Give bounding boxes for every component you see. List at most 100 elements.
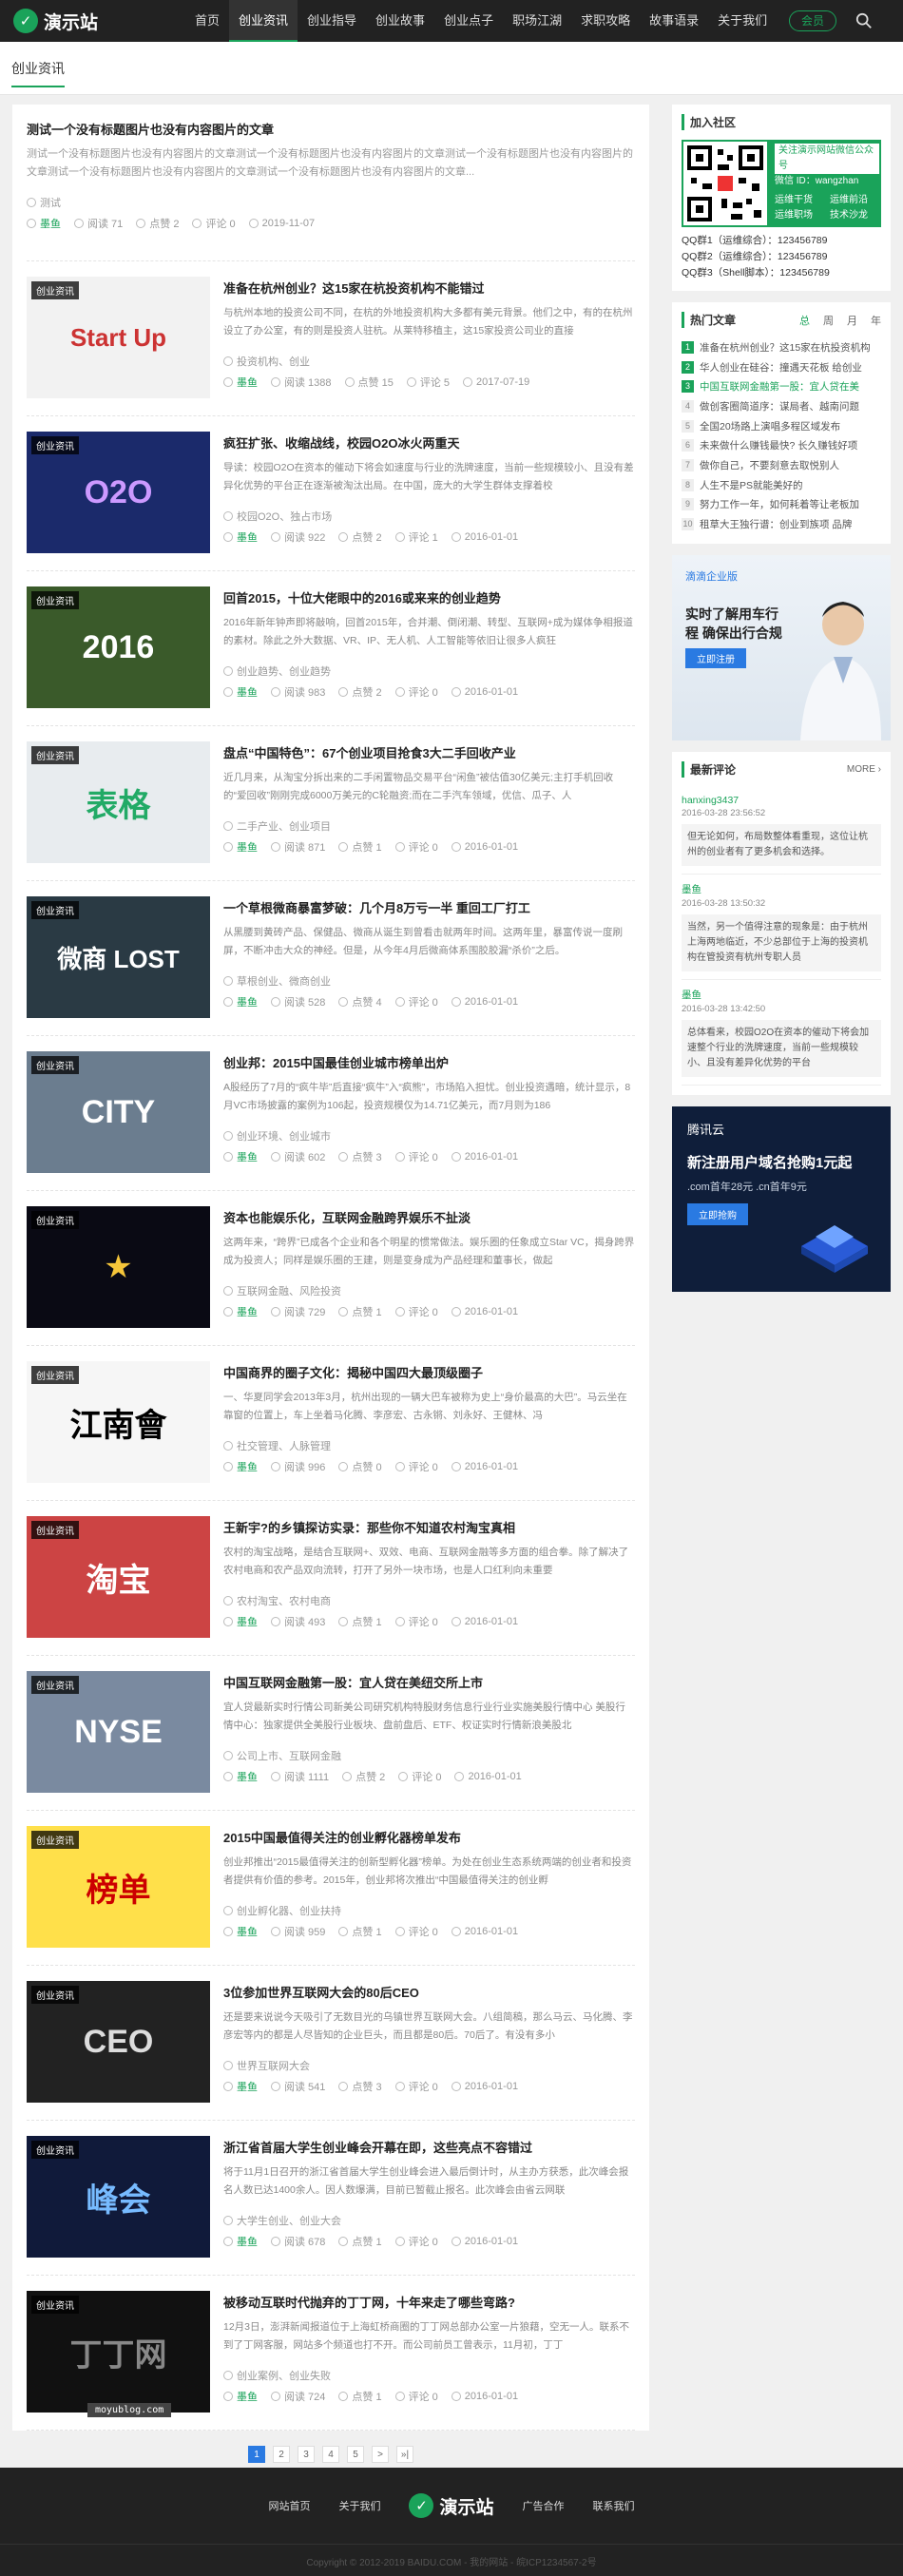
category-badge[interactable]: 创业资讯 [31,591,79,609]
article-author[interactable]: 墨鱼 [223,2389,258,2404]
article-thumbnail[interactable]: 江南會 创业资讯 [27,1361,210,1483]
article-author[interactable]: 墨鱼 [223,1614,258,1629]
hot-article-item[interactable]: 4 做创客圈简道序：谋局者、越南问题 [682,396,881,416]
article-title[interactable]: 盘点“中国特色”：67个创业项目抢食3大二手回收产业 [223,743,635,761]
article-thumbnail[interactable]: NYSE 创业资讯 [27,1671,210,1793]
nav-startup-stories[interactable]: 创业故事 [366,0,434,42]
page-5[interactable]: 5 [347,2446,364,2463]
category-badge[interactable]: 创业资讯 [31,1986,79,2004]
article-author[interactable]: 墨鱼 [223,839,258,855]
comment-user[interactable]: 墨鱼 [682,988,881,1002]
hot-article-item[interactable]: 2 华人创业在硅谷：撞遇天花板 给创业 [682,357,881,377]
category-badge[interactable]: 创业资讯 [31,1521,79,1539]
nav-startup-news[interactable]: 创业资讯 [229,0,298,42]
article-title[interactable]: 中国商界的圈子文化：揭秘中国四大最顶级圈子 [223,1363,635,1381]
site-logo[interactable]: ✓ 演示站 [13,9,98,34]
article-title[interactable]: 中国互联网金融第一股：宜人贷在美纽交所上市 [223,1673,635,1691]
article-thumbnail[interactable]: 2016 创业资讯 [27,586,210,708]
category-badge[interactable]: 创业资讯 [31,746,79,764]
article-author[interactable]: 墨鱼 [223,1304,258,1319]
article-tag-text[interactable]: 世界互联网大会 [237,2058,310,2073]
hot-article-item[interactable]: 7 做你自己，不要刻意去取悦别人 [682,455,881,475]
article-thumbnail[interactable]: CEO 创业资讯 [27,1981,210,2103]
article-thumbnail[interactable]: 丁丁网 创业资讯 [27,2291,210,2413]
category-badge[interactable]: 创业资讯 [31,1056,79,1074]
comment-user[interactable]: hanxing3437 [682,795,881,806]
nav-startup-guide[interactable]: 创业指导 [298,0,366,42]
article-thumbnail[interactable]: Start Up 创业资讯 [27,277,210,398]
hot-article-item[interactable]: 10 租草大王独行谱：创业到族项 品牌 [682,514,881,534]
article-title[interactable]: 测试一个没有标题图片也没有内容图片的文章 [27,120,635,138]
hot-article-item[interactable]: 1 准备在杭州创业？这15家在杭投资机构 [682,337,881,357]
article-tag-text[interactable]: 测试 [40,195,61,210]
article-author[interactable]: 墨鱼 [27,216,61,231]
tab-year[interactable]: 年 [871,313,881,328]
comment-text[interactable]: 但无论如何，布局数整体看重现，这位让杭州的创业者有了更多机会和选择。 [682,823,881,866]
category-badge[interactable]: 创业资讯 [31,281,79,299]
hot-article-item[interactable]: 3 中国互联网金融第一股：宜人贷在美 [682,376,881,396]
category-badge[interactable]: 创业资讯 [31,901,79,919]
footer-link-ads[interactable]: 广告合作 [523,2498,565,2513]
article-tag-text[interactable]: 创业案例、创业失败 [237,2368,331,2383]
article-thumbnail[interactable]: 峰会 创业资讯 [27,2136,210,2258]
category-badge[interactable]: 创业资讯 [31,1831,79,1849]
next-page-button[interactable]: > [372,2446,389,2463]
hot-article-item[interactable]: 9 努力工作一年，如何耗着等让老板加 [682,495,881,515]
article-author[interactable]: 墨鱼 [223,375,258,390]
article-thumbnail[interactable]: 表格 创业资讯 [27,741,210,863]
category-badge[interactable]: 创业资讯 [31,2141,79,2159]
article-title[interactable]: 一个草根微商暴富梦破：几个月8万亏一半 重回工厂打工 [223,898,635,916]
nav-home[interactable]: 首页 [185,0,229,42]
category-badge[interactable]: 创业资讯 [31,1211,79,1229]
article-author[interactable]: 墨鱼 [223,1769,258,1784]
member-button[interactable]: 会员 [789,10,837,31]
tab-all[interactable]: 总 [799,313,810,328]
nav-about[interactable]: 关于我们 [708,0,777,42]
nav-startup-ideas[interactable]: 创业点子 [434,0,503,42]
article-title[interactable]: 被移动互联时代抛弃的丁丁网，十年来走了哪些弯路? [223,2293,635,2311]
article-tag-text[interactable]: 创业环境、创业城市 [237,1128,331,1144]
article-tag-text[interactable]: 创业趋势、创业趋势 [237,663,331,679]
page-4[interactable]: 4 [322,2446,339,2463]
article-author[interactable]: 墨鱼 [223,1924,258,1939]
article-tag-text[interactable]: 草根创业、微商创业 [237,973,331,989]
article-author[interactable]: 墨鱼 [223,1459,258,1474]
article-tag-text[interactable]: 农村淘宝、农村电商 [237,1593,331,1608]
nav-quotes[interactable]: 故事语录 [640,0,708,42]
article-thumbnail[interactable]: O2O 创业资讯 [27,432,210,553]
tab-week[interactable]: 周 [823,313,834,328]
article-author[interactable]: 墨鱼 [223,684,258,700]
article-tag-text[interactable]: 投资机构、创业 [237,354,310,369]
article-tag-text[interactable]: 公司上市、互联网金融 [237,1748,341,1763]
category-badge[interactable]: 创业资讯 [31,1366,79,1384]
article-thumbnail[interactable]: 淘宝 创业资讯 [27,1516,210,1638]
article-tag-text[interactable]: 社交管理、人脉管理 [237,1438,331,1453]
comments-more-link[interactable]: MORE › [847,764,881,775]
footer-link-home[interactable]: 网站首页 [268,2498,310,2513]
didi-ad-banner[interactable]: 滴滴企业版 实时了解用车行程 确保出行合规 立即注册 [672,554,891,740]
article-tag-text[interactable]: 校园O2O、独占市场 [237,509,332,524]
category-badge[interactable]: 创业资讯 [31,1676,79,1694]
search-icon[interactable] [855,12,873,29]
article-tag-text[interactable]: 大学生创业、创业大会 [237,2213,341,2228]
article-thumbnail[interactable]: 微商 LOST 创业资讯 [27,896,210,1018]
tab-month[interactable]: 月 [847,313,857,328]
article-thumbnail[interactable]: ★ 创业资讯 [27,1206,210,1328]
article-title[interactable]: 资本也能娱乐化，互联网金融跨界娱乐不扯淡 [223,1208,635,1226]
article-title[interactable]: 疯狂扩张、收缩战线，校园O2O冰火两重天 [223,433,635,452]
article-title[interactable]: 王新宇?的乡镇探访实录：那些你不知道农村淘宝真相 [223,1518,635,1536]
article-title[interactable]: 3位参加世界互联网大会的80后CEO [223,1983,635,2001]
article-author[interactable]: 墨鱼 [223,1149,258,1164]
ad-register-button[interactable]: 立即注册 [685,647,746,668]
hot-article-item[interactable]: 5 全国20场路上演唱多程区域发布 [682,416,881,436]
article-tag-text[interactable]: 互联网金融、风险投资 [237,1283,341,1298]
page-1[interactable]: 1 [248,2446,265,2463]
ad-buy-button[interactable]: 立即抢购 [687,1202,748,1225]
footer-link-about[interactable]: 关于我们 [338,2498,380,2513]
article-author[interactable]: 墨鱼 [223,2079,258,2094]
article-author[interactable]: 墨鱼 [223,529,258,545]
category-badge[interactable]: 创业资讯 [31,436,79,454]
article-title[interactable]: 回首2015，十位大佬眼中的2016或来来的创业趋势 [223,588,635,606]
page-2[interactable]: 2 [273,2446,290,2463]
article-tag-text[interactable]: 二手产业、创业项目 [237,818,331,834]
